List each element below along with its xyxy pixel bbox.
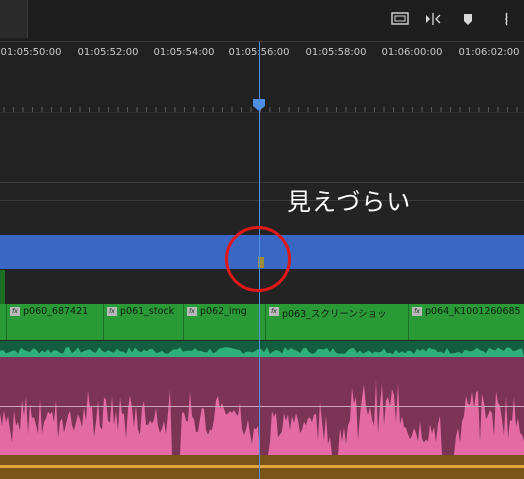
fx-badge-icon: fx (412, 307, 422, 316)
clip-item[interactable]: fx p064_K1001260685 (408, 304, 524, 340)
fx-badge-icon: fx (10, 307, 20, 316)
clip-name: p061_stock (120, 306, 175, 317)
audio-waveform (0, 465, 524, 468)
wrench-icon[interactable] (497, 9, 517, 29)
ruler-timecode: 01:05:52:00 (77, 47, 139, 58)
fx-badge-icon: fx (107, 307, 117, 316)
fx-badge-icon: fx (187, 307, 197, 316)
audio-waveform (0, 347, 524, 357)
annotation-text: 見えづらい (287, 188, 412, 216)
monitor-icon[interactable] (390, 9, 410, 29)
timeline-toolbar (0, 0, 524, 41)
ruler-timecode: 01:05:58:00 (305, 47, 367, 58)
ruler-timecode: 01:06:00:00 (381, 47, 443, 58)
track-divider (0, 200, 524, 201)
clip-item[interactable]: fx p060_687421 (6, 304, 103, 340)
clip-item[interactable]: fx p061_stock (103, 304, 183, 340)
waveform-shape (0, 379, 524, 455)
clip-item[interactable]: fx p062_img (183, 304, 265, 340)
clip-name: p064_K1001260685 (425, 306, 521, 317)
marker-icon[interactable] (458, 9, 478, 29)
clip-name: p062_img (200, 306, 247, 317)
toolbar-left-panel (0, 0, 28, 38)
clip-edge (0, 270, 5, 304)
clip-name: p063_スクリーンショッ (282, 309, 387, 320)
audio-volume-line[interactable] (0, 406, 524, 407)
insert-icon[interactable] (423, 9, 443, 29)
clip-item[interactable]: fx p063_スクリーンショッ (265, 304, 408, 340)
ruler-timecode: 01:06:02:00 (458, 47, 520, 58)
highlight-circle (225, 226, 291, 292)
video-clip-track: fx p060_687421 fx p061_stock fx p062_img… (0, 304, 524, 340)
clip-name: p060_687421 (23, 306, 89, 317)
track-divider (0, 182, 524, 183)
ruler-divider (0, 112, 524, 113)
fx-badge-icon: fx (269, 307, 279, 316)
ruler-timecode: 01:05:50:00 (0, 47, 62, 58)
ruler-timecode: 01:05:54:00 (153, 47, 215, 58)
waveform-shape (0, 347, 524, 357)
audio-clip-green[interactable] (0, 341, 524, 357)
playhead-handle[interactable] (253, 99, 265, 111)
